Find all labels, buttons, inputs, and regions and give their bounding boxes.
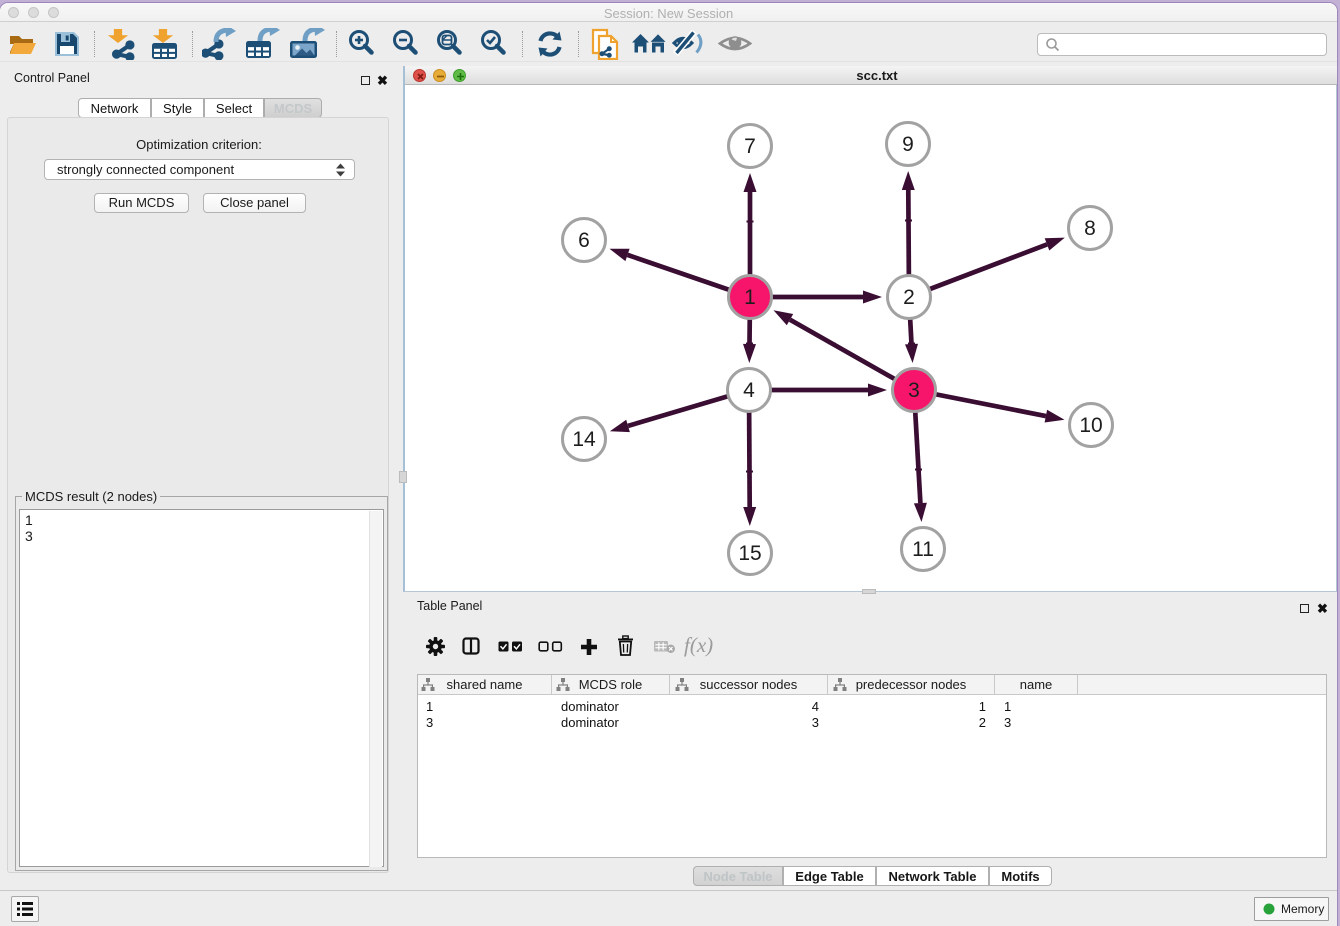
svg-text:14: 14 [572, 428, 596, 451]
svg-text:15: 15 [738, 542, 761, 565]
svg-text:8: 8 [1084, 217, 1096, 240]
svg-text:9: 9 [902, 133, 914, 156]
svg-text:10: 10 [1079, 414, 1102, 437]
svg-text:2: 2 [903, 286, 915, 309]
svg-text:1: 1 [744, 286, 756, 309]
svg-text:4: 4 [743, 379, 755, 402]
svg-text:6: 6 [578, 229, 590, 252]
svg-text:7: 7 [744, 135, 756, 158]
svg-text:3: 3 [908, 379, 920, 402]
svg-text:11: 11 [912, 538, 934, 561]
